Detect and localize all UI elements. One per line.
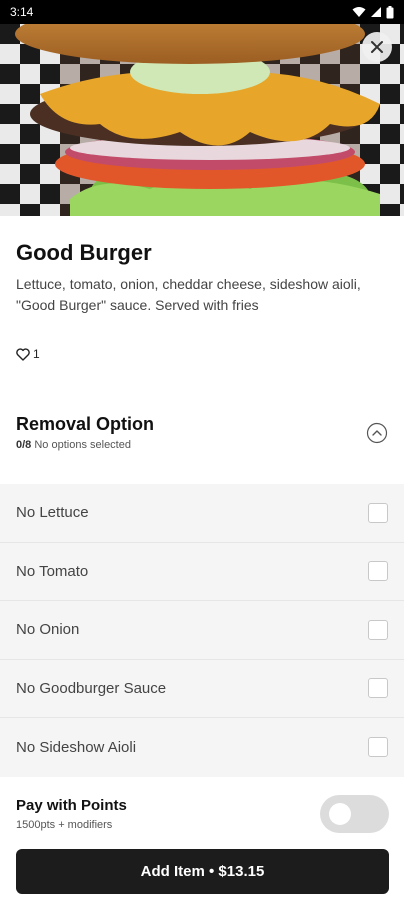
- item-description: Lettuce, tomato, onion, cheddar cheese, …: [16, 276, 361, 313]
- pay-with-points-title: Pay with Points: [16, 797, 127, 814]
- option-checkbox[interactable]: [368, 619, 388, 640]
- battery-icon: [386, 5, 394, 18]
- item-title: Good Burger: [16, 240, 152, 265]
- signal-icon: [371, 7, 381, 17]
- option-checkbox[interactable]: [368, 737, 388, 758]
- option-label: No Onion: [16, 621, 80, 639]
- heart-icon: [16, 347, 30, 361]
- bottom-action-bar: Pay with Points 1500pts + modifiers Add …: [0, 780, 404, 900]
- burger-image: [0, 24, 404, 216]
- removal-option-header[interactable]: Removal Option 0/8 No options selected: [16, 414, 388, 451]
- pay-with-points-toggle[interactable]: [320, 795, 389, 833]
- option-label: No Tomato: [16, 562, 89, 580]
- pay-with-points-subtitle: 1500pts + modifiers: [16, 819, 113, 831]
- option-label: No Lettuce: [16, 504, 89, 522]
- option-checkbox[interactable]: [368, 678, 388, 699]
- section-title: Removal Option: [16, 414, 155, 434]
- option-checkbox[interactable]: [368, 561, 388, 582]
- item-photo: [0, 24, 404, 216]
- wifi-icon: [352, 7, 366, 17]
- option-no-sideshow-aioli[interactable]: No Sideshow Aioli: [0, 718, 404, 777]
- option-no-lettuce[interactable]: No Lettuce: [0, 484, 404, 543]
- status-time: 3:14: [10, 5, 34, 19]
- selection-status-text: No options selected: [34, 439, 131, 451]
- selection-status: 0/8 No options selected: [16, 439, 388, 451]
- status-bar: 3:14: [0, 0, 404, 24]
- option-checkbox[interactable]: [368, 502, 388, 523]
- close-icon: [371, 41, 383, 53]
- option-no-goodburger-sauce[interactable]: No Goodburger Sauce: [0, 660, 404, 718]
- option-no-onion[interactable]: No Onion: [0, 601, 404, 660]
- selection-count: 0/8: [16, 439, 32, 451]
- status-icons: [352, 5, 394, 19]
- option-label: No Sideshow Aioli: [16, 738, 137, 756]
- close-button[interactable]: [362, 32, 392, 62]
- toggle-knob: [329, 803, 351, 825]
- option-no-tomato[interactable]: No Tomato: [0, 543, 404, 601]
- chevron-up-icon[interactable]: [366, 422, 388, 444]
- option-label: No Goodburger Sauce: [16, 679, 167, 697]
- removal-options-list: No Lettuce No Tomato No Onion No Goodbur…: [0, 484, 404, 777]
- add-item-button[interactable]: Add Item • $13.15: [16, 849, 389, 894]
- like-control[interactable]: 1: [16, 347, 40, 361]
- like-count: 1: [33, 347, 40, 361]
